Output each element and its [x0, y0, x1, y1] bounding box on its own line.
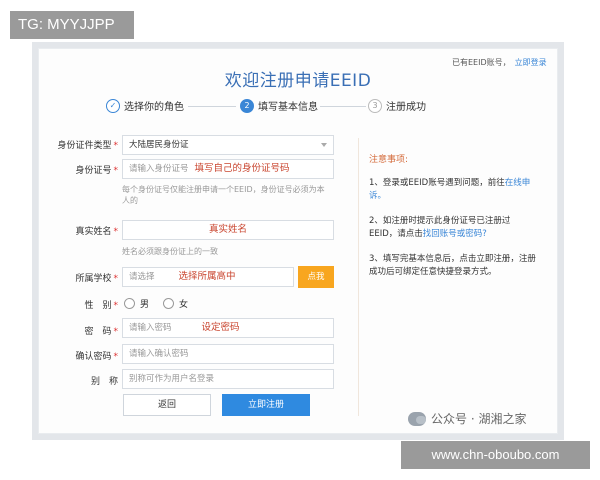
- step-label: 填写基本信息: [258, 102, 318, 113]
- school-pick-button[interactable]: 点我: [298, 266, 334, 288]
- watermark-text: 公众号 · 湖湘之家: [431, 412, 527, 426]
- nickname-label: 别 称: [90, 377, 118, 387]
- name-input[interactable]: 真实姓名: [122, 220, 334, 240]
- note-3: 3、填写完基本信息后，点击立即注册，注册成功后可绑定任意快捷登录方式。: [369, 254, 536, 277]
- id-type-select[interactable]: 大陆居民身份证: [122, 135, 334, 155]
- chevron-down-icon: [321, 143, 327, 147]
- note-2: 2、如注册时提示此身份证号已注册过EEID，请点击找回账号或密码?: [369, 216, 511, 239]
- id-type-value: 大陆居民身份证: [129, 140, 189, 150]
- recover-account-link[interactable]: 找回账号或密码?: [423, 229, 487, 239]
- step-connector: [188, 106, 236, 107]
- school-label: 所属学校 *: [75, 274, 118, 284]
- step-number-icon: 2: [240, 98, 254, 113]
- gender-female-option[interactable]: 女: [163, 297, 188, 310]
- notes-title: 注意事项:: [369, 155, 409, 165]
- school-select[interactable]: 请选择 选择所属高中: [122, 267, 294, 287]
- step-label: 注册成功: [386, 102, 426, 113]
- nickname-input[interactable]: 别称可作为用户名登录: [122, 369, 334, 389]
- password-tip: 设定密码: [201, 322, 240, 333]
- id-number-help: 每个身份证号仅能注册申请一个EEID，身份证号必须为本人的: [122, 185, 325, 205]
- wechat-icon: [408, 411, 426, 426]
- note-1: 1、登录或EEID账号遇到问题，前往在线申诉。: [369, 178, 531, 201]
- id-number-label: 身份证号 *: [75, 166, 118, 176]
- confirm-password-input[interactable]: 请输入确认密码: [122, 344, 334, 364]
- gender-label: 性 别 *: [84, 301, 118, 311]
- id-type-label: 身份证件类型 *: [57, 141, 118, 151]
- gender-male-option[interactable]: 男: [124, 297, 149, 310]
- tg-tag: TG: MYYJJPP: [10, 11, 134, 39]
- check-icon: ✓: [106, 98, 120, 113]
- wechat-watermark: 公众号 · 湖湘之家: [408, 410, 526, 427]
- step-number-icon: 3: [368, 98, 382, 113]
- step-connector: [320, 106, 366, 107]
- gender-male-label: 男: [140, 300, 150, 310]
- notes-panel: 注意事项: 1、登录或EEID账号遇到问题，前往在线申诉。 2、如注册时提示此身…: [358, 138, 536, 416]
- register-button[interactable]: 立即注册: [222, 394, 310, 416]
- name-label: 真实姓名 *: [75, 227, 118, 237]
- page-title: 欢迎注册申请EEID: [224, 71, 372, 91]
- site-tag: www.chn-oboubo.com: [401, 441, 590, 469]
- name-tip: 真实姓名: [208, 224, 247, 235]
- id-number-input[interactable]: 请输入身份证号 填写自己的身份证号码: [122, 159, 334, 179]
- id-number-placeholder: 请输入身份证号: [129, 164, 189, 174]
- step-success: 3 注册成功: [368, 98, 426, 113]
- step-basic-info: 2 填写基本信息: [240, 98, 318, 113]
- password-input[interactable]: 请输入密码 设定密码: [122, 318, 334, 338]
- school-placeholder: 请选择: [129, 272, 155, 282]
- step-label: 选择你的角色: [124, 102, 184, 113]
- nickname-placeholder: 别称可作为用户名登录: [129, 374, 215, 384]
- step-choose-role: ✓ 选择你的角色: [106, 98, 184, 113]
- name-help: 姓名必须跟身份证上的一致: [122, 247, 218, 256]
- radio-icon[interactable]: [163, 298, 174, 309]
- back-button[interactable]: 返回: [123, 394, 211, 416]
- gender-female-label: 女: [179, 300, 189, 310]
- password-label: 密 码 *: [84, 327, 118, 337]
- confirm-password-placeholder: 请输入确认密码: [129, 349, 189, 359]
- radio-icon[interactable]: [124, 298, 135, 309]
- school-tip: 选择所属高中: [178, 271, 236, 282]
- confirm-password-label: 确认密码 *: [75, 352, 118, 362]
- password-placeholder: 请输入密码: [129, 323, 172, 333]
- id-number-tip: 填写自己的身份证号码: [194, 163, 290, 174]
